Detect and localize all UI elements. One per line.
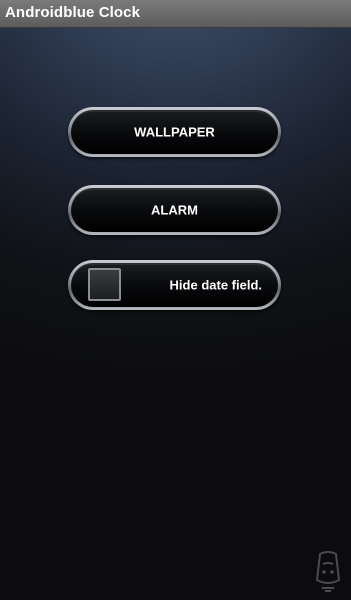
title-bar: Androidblue Clock bbox=[0, 0, 351, 28]
app-title: Androidblue Clock bbox=[5, 4, 141, 21]
alarm-button-face: ALARM bbox=[71, 188, 278, 232]
app-store-logo-icon bbox=[315, 551, 341, 592]
hide-date-toggle-face: Hide date field. bbox=[71, 263, 278, 307]
wallpaper-button-label: WALLPAPER bbox=[134, 124, 215, 140]
wallpaper-button[interactable]: WALLPAPER bbox=[68, 107, 281, 157]
hide-date-checkbox[interactable] bbox=[88, 268, 121, 301]
wallpaper-button-face: WALLPAPER bbox=[71, 110, 278, 154]
hide-date-label: Hide date field. bbox=[169, 277, 262, 293]
alarm-button-label: ALARM bbox=[151, 202, 198, 218]
hide-date-toggle[interactable]: Hide date field. bbox=[68, 260, 281, 310]
app-screen: Androidblue Clock WALLPAPER ALARM Hide d… bbox=[0, 0, 351, 600]
alarm-button[interactable]: ALARM bbox=[68, 185, 281, 235]
